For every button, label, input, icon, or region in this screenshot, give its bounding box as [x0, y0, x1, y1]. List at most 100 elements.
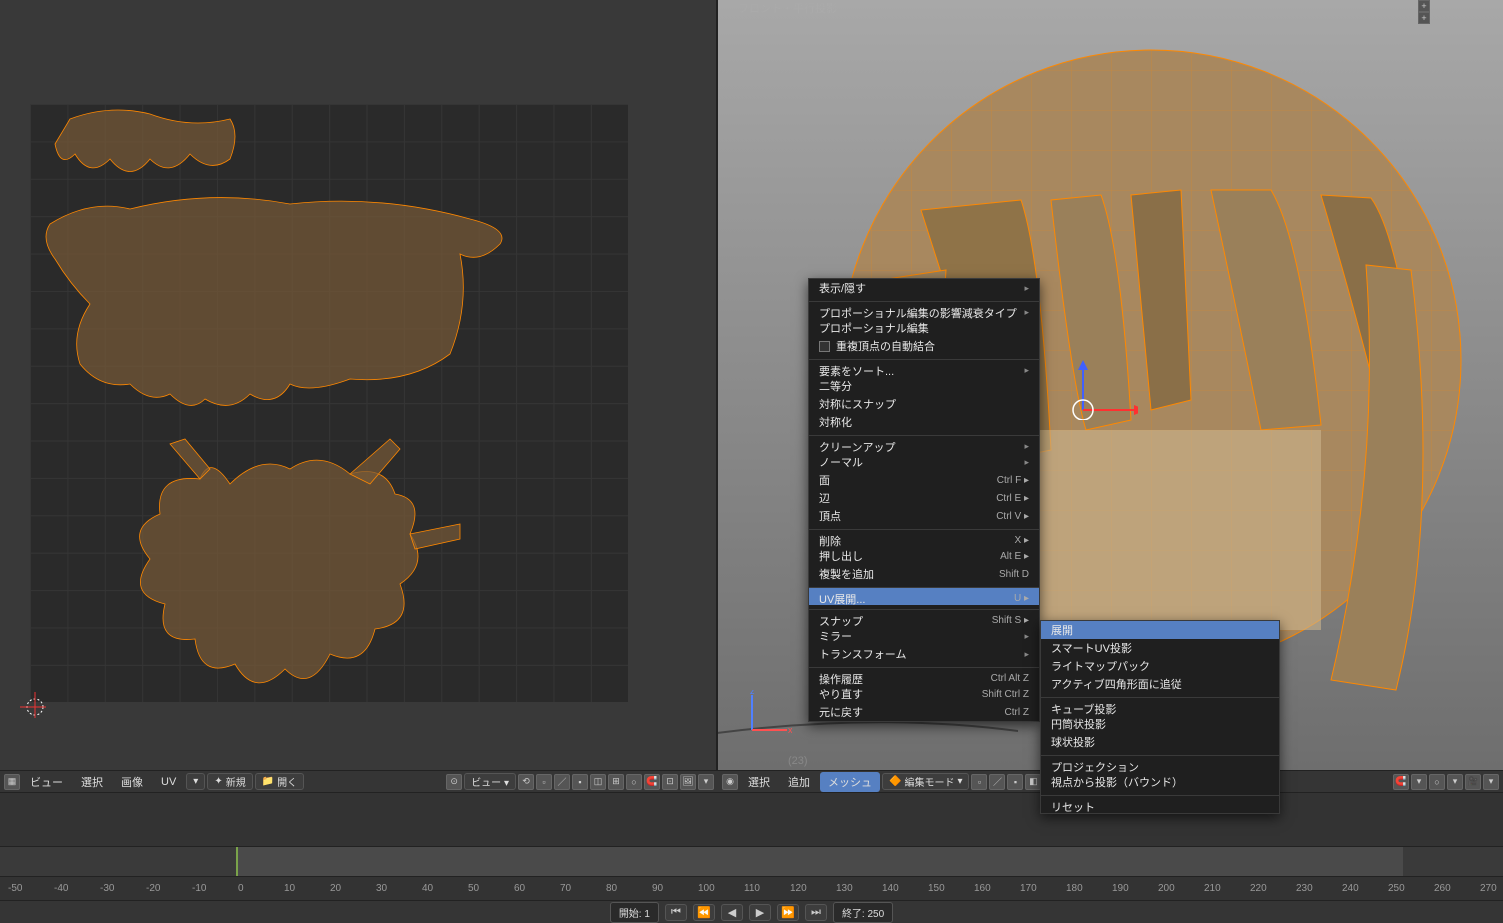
shortcut-label: Ctrl V ▸ [996, 511, 1029, 522]
render-slot-icon[interactable]: 🖼 [680, 774, 696, 790]
timeline-tick: 100 [698, 883, 715, 894]
menu-add[interactable]: 追加 [780, 772, 818, 792]
mesh-context-menu[interactable]: 表示/隠す▸ プロポーショナル編集の影響減衰タイプ▸プロポーショナル編集重複頂点の… [808, 278, 1040, 722]
menu-item[interactable]: ノーマル▸ [809, 453, 1039, 471]
vertex-select-icon[interactable]: ▫ [971, 774, 987, 790]
uv-canvas[interactable] [30, 104, 628, 702]
snap-target-icon[interactable]: ⊡ [662, 774, 678, 790]
menu-item[interactable]: 対称化 [809, 413, 1039, 431]
uv-island-select-icon[interactable]: ◫ [590, 774, 606, 790]
expand-toolshelf-icon[interactable]: + [1418, 0, 1430, 12]
menu-item[interactable]: 頂点 Ctrl V ▸ [809, 507, 1039, 525]
timeline-tick: 50 [468, 883, 479, 894]
menu-item[interactable]: 要素をソート...▸ [809, 359, 1039, 377]
pivot-icon[interactable]: ⊙ [446, 774, 462, 790]
submenu-item[interactable]: 視点から投影（バウンド） [1041, 773, 1279, 791]
mode-selector[interactable]: 🔶 編集モード ▾ [882, 773, 969, 790]
timeline-playhead[interactable] [236, 847, 238, 876]
editor-type-icon[interactable]: ▦ [4, 774, 20, 790]
menu-item[interactable]: クリーンアップ▸ [809, 435, 1039, 453]
timeline-range [236, 847, 1403, 876]
shortcut-label: Ctrl E ▸ [996, 493, 1029, 504]
view-menu[interactable]: ビュー ▾ [464, 773, 516, 790]
menu-item-label: クリーンアップ [819, 439, 895, 455]
submenu-item[interactable]: キューブ投影 [1041, 697, 1279, 715]
menu-item[interactable]: 複製を追加Shift D [809, 565, 1039, 583]
menu-item[interactable]: 重複頂点の自動結合 [809, 337, 1039, 355]
submenu-item[interactable]: リセット [1041, 795, 1279, 813]
submenu-item[interactable]: 円筒状投影 [1041, 715, 1279, 733]
channels-icon[interactable]: ▾ [698, 774, 714, 790]
submenu-item[interactable]: 球状投影 [1041, 733, 1279, 751]
timeline-panel[interactable] [0, 846, 1503, 876]
uv-unwrap-submenu[interactable]: 展開スマートUV投影ライトマップパックアクティブ四角形面に追従キューブ投影円筒状… [1040, 620, 1280, 814]
menu-item[interactable]: 対称にスナップ [809, 395, 1039, 413]
menu-item[interactable]: スナップShift S ▸ [809, 609, 1039, 627]
timeline-footer[interactable]: 開始: 1 ⏮ ⏪ ◀ ▶ ⏩ ⏭ 終了: 250 [0, 900, 1503, 923]
menu-item[interactable]: 面Ctrl F ▸ [809, 471, 1039, 489]
snap-element-icon[interactable]: ▾ [1411, 774, 1427, 790]
face-select-icon[interactable]: ▪ [1007, 774, 1023, 790]
open-image-button[interactable]: 📁 開く [255, 773, 304, 790]
keyframe-prev-icon[interactable]: ⏪ [693, 904, 715, 921]
menu-item[interactable]: 削除 X ▸ [809, 529, 1039, 547]
menu-item-label: 削除 [819, 533, 841, 549]
menu-mesh[interactable]: メッシュ [820, 772, 880, 792]
submenu-item[interactable]: スマートUV投影 [1041, 639, 1279, 657]
opengl-render-icon[interactable]: 🎥 [1465, 774, 1481, 790]
jump-start-icon[interactable]: ⏮ [665, 904, 687, 921]
shortcut-label: U ▸ [1014, 593, 1029, 604]
snap-uv-icon[interactable]: 🧲 [644, 774, 660, 790]
menu-select-3d[interactable]: 選択 [740, 772, 778, 792]
jump-end-icon[interactable]: ⏭ [805, 904, 827, 921]
end-frame-field[interactable]: 終了: 250 [833, 902, 893, 923]
uv-editor-header[interactable]: ▦ ビュー 選択 画像 UV ▾ ✦ 新規 📁 開く ⊙ ビュー ▾ ⟲ ▫ ／… [0, 770, 718, 793]
image-selector[interactable]: ▾ [186, 773, 205, 790]
menu-item[interactable]: プロポーショナル編集 [809, 319, 1039, 337]
keyframe-next-icon[interactable]: ⏩ [777, 904, 799, 921]
play-icon[interactable]: ▶ [749, 904, 771, 921]
submenu-item[interactable]: プロジェクション [1041, 755, 1279, 773]
panel-collapse-tabs[interactable]: + + [1418, 0, 1446, 14]
new-image-button[interactable]: ✦ 新規 [207, 773, 252, 790]
edge-select-icon[interactable]: ／ [989, 774, 1005, 790]
submenu-item[interactable]: ライトマップパック [1041, 657, 1279, 675]
3d-manipulator-icon[interactable] [1058, 360, 1138, 420]
menu-item[interactable]: 二等分 [809, 377, 1039, 395]
menu-item[interactable]: 操作履歴Ctrl Alt Z [809, 667, 1039, 685]
menu-select[interactable]: 選択 [73, 772, 111, 792]
menu-item-label: ミラー [819, 628, 852, 644]
menu-view[interactable]: ビュー [22, 772, 71, 792]
opengl-anim-icon[interactable]: ▾ [1483, 774, 1499, 790]
timeline-tick: 240 [1342, 883, 1359, 894]
submenu-item[interactable]: 展開 [1041, 621, 1279, 639]
sticky-select-icon[interactable]: ⊞ [608, 774, 624, 790]
menu-item-label: 頂点 [819, 508, 841, 524]
menu-item[interactable]: 表示/隠す▸ [809, 279, 1039, 297]
menu-item[interactable]: 元に戻すCtrl Z [809, 703, 1039, 721]
sync-selection-icon[interactable]: ⟲ [518, 774, 534, 790]
snap-3d-icon[interactable]: 🧲 [1393, 774, 1409, 790]
proportional-falloff-icon[interactable]: ▾ [1447, 774, 1463, 790]
editor-type-3d-icon[interactable]: ◉ [722, 774, 738, 790]
uv-face-select-icon[interactable]: ▪ [572, 774, 588, 790]
menu-uv[interactable]: UV [153, 774, 184, 790]
uv-vertex-select-icon[interactable]: ▫ [536, 774, 552, 790]
menu-item[interactable]: 辺Ctrl E ▸ [809, 489, 1039, 507]
menu-item[interactable]: UV展開...U ▸ [809, 587, 1039, 605]
proportional-edit-icon[interactable]: ○ [626, 774, 642, 790]
shortcut-label: X ▸ [1015, 535, 1029, 546]
uv-edge-select-icon[interactable]: ／ [554, 774, 570, 790]
submenu-item[interactable]: アクティブ四角形面に追従 [1041, 675, 1279, 693]
menu-item[interactable]: ミラー▸ [809, 627, 1039, 645]
timeline-ruler[interactable]: -50-40-30-20-100102030405060708090100110… [0, 876, 1503, 900]
play-reverse-icon[interactable]: ◀ [721, 904, 743, 921]
menu-item[interactable]: やり直すShift Ctrl Z [809, 685, 1039, 703]
menu-item[interactable]: トランスフォーム▸ [809, 645, 1039, 663]
menu-item[interactable]: 押し出しAlt E ▸ [809, 547, 1039, 565]
start-frame-field[interactable]: 開始: 1 [610, 902, 659, 923]
menu-item[interactable]: プロポーショナル編集の影響減衰タイプ▸ [809, 301, 1039, 319]
expand-properties-icon[interactable]: + [1418, 12, 1430, 24]
menu-image[interactable]: 画像 [113, 772, 151, 792]
proportional-3d-icon[interactable]: ○ [1429, 774, 1445, 790]
